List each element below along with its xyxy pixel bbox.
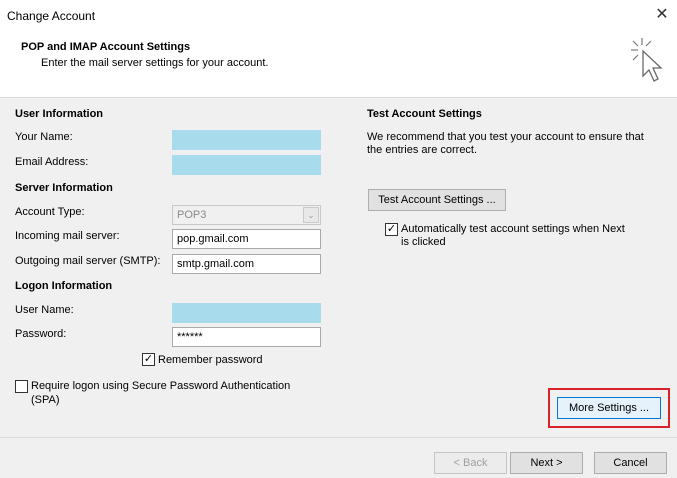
test-description-line1: We recommend that you test your account …	[367, 131, 644, 143]
email-input[interactable]	[172, 155, 321, 175]
your-name-input[interactable]	[172, 130, 321, 150]
user-info-heading: User Information	[15, 108, 104, 120]
username-input[interactable]	[172, 303, 321, 323]
spa-label-line1: Require logon using Secure Password Auth…	[31, 380, 291, 392]
more-settings-button[interactable]: More Settings ...	[557, 397, 661, 419]
remember-password-checkbox[interactable]: ✓	[142, 353, 155, 366]
server-info-heading: Server Information	[15, 182, 113, 194]
incoming-server-label: Incoming mail server:	[15, 230, 120, 242]
auto-test-label-line1: Automatically test account settings when…	[401, 223, 625, 235]
footer-divider	[0, 437, 677, 438]
header-title: POP and IMAP Account Settings	[21, 41, 191, 53]
spa-checkbox[interactable]	[15, 380, 28, 393]
header-panel: POP and IMAP Account Settings Enter the …	[0, 30, 677, 98]
cursor-sparkle-icon	[631, 38, 663, 82]
test-account-settings-button[interactable]: Test Account Settings ...	[368, 189, 506, 211]
account-type-value: POP3	[177, 209, 207, 221]
account-type-label: Account Type:	[15, 206, 85, 218]
window-title: Change Account	[7, 9, 96, 23]
logon-info-heading: Logon Information	[15, 280, 113, 292]
email-label: Email Address:	[15, 156, 89, 168]
your-name-label: Your Name:	[15, 131, 73, 143]
back-button[interactable]: < Back	[434, 452, 507, 474]
username-label: User Name:	[15, 304, 74, 316]
title-bar	[0, 0, 677, 30]
password-input[interactable]	[172, 327, 321, 347]
auto-test-checkbox[interactable]: ✓	[385, 223, 398, 236]
test-description-line2: the entries are correct.	[367, 144, 478, 156]
outgoing-server-label: Outgoing mail server (SMTP):	[15, 255, 161, 267]
password-label: Password:	[15, 328, 67, 340]
header-subtitle: Enter the mail server settings for your …	[41, 57, 269, 69]
test-settings-heading: Test Account Settings	[367, 108, 482, 120]
account-type-select[interactable]: POP3 ⌄	[172, 205, 321, 225]
chevron-down-icon: ⌄	[303, 207, 319, 223]
outgoing-server-input[interactable]	[172, 254, 321, 274]
incoming-server-input[interactable]	[172, 229, 321, 249]
cancel-button[interactable]: Cancel	[594, 452, 667, 474]
next-button[interactable]: Next >	[510, 452, 583, 474]
spa-label-line2: (SPA)	[31, 394, 60, 406]
close-icon[interactable]: ✕	[650, 4, 674, 26]
remember-password-label: Remember password	[158, 354, 263, 366]
auto-test-label-line2: is clicked	[401, 236, 446, 248]
